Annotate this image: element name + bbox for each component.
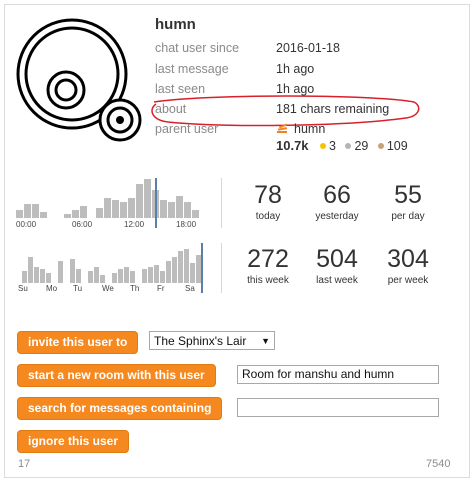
hour-tick-label: 18:00: [176, 220, 197, 228]
footer-right-number: 7540: [426, 458, 451, 470]
label-last-message: last message: [155, 62, 229, 76]
hourly-bars: [16, 179, 199, 218]
stat-this-week: 272 this week: [235, 245, 301, 286]
stat-caption: yesterday: [315, 211, 359, 222]
value-last-message: 1h ago: [276, 62, 315, 76]
stat-today: 78 today: [235, 181, 301, 222]
new-room-name-input[interactable]: Room for manshu and humn: [237, 365, 439, 384]
weekday-tick-label: Tu: [73, 284, 82, 293]
silver-badge-count: 29: [354, 139, 369, 153]
stat-value: 504: [316, 245, 358, 273]
stat-value: 272: [247, 245, 289, 273]
stat-caption: per week: [387, 275, 429, 286]
stat-value: 304: [387, 245, 429, 273]
weekday-tick-label: Su: [18, 284, 28, 293]
bronze-badge-icon: [377, 143, 384, 150]
search-messages-input[interactable]: [237, 398, 439, 417]
ignore-user-button[interactable]: ignore this user: [17, 430, 130, 453]
stat-caption: last week: [316, 275, 358, 286]
weekday-tick-label: Sa: [185, 284, 195, 293]
weekday-tick-label: We: [102, 284, 114, 293]
current-hour-marker: [155, 178, 157, 228]
stat-caption: per day: [391, 211, 425, 222]
search-messages-button[interactable]: search for messages containing: [17, 397, 223, 420]
hour-tick-label: 00:00: [16, 220, 37, 228]
stack-exchange-site-icon: [277, 123, 288, 133]
room-select[interactable]: The Sphinx's Lair ▼: [149, 331, 275, 350]
weekday-tick-label: Mo: [46, 284, 58, 293]
weekly-activity-chart: Su Mo Tu We Th Fr Sa: [18, 243, 203, 293]
invite-user-button[interactable]: invite this user to: [17, 331, 139, 354]
gold-badge-count: 3: [329, 139, 336, 153]
weekday-tick-label: Fr: [157, 284, 165, 293]
stat-last-week: 504 last week: [304, 245, 370, 286]
label-parent-user: parent user: [155, 122, 219, 136]
hourly-activity-chart: 00:00 06:00 12:00 18:00: [16, 178, 199, 228]
weekly-bars: [22, 249, 201, 283]
room-select-value: The Sphinx's Lair: [154, 334, 247, 348]
silver-badge-icon: [345, 143, 352, 150]
stat-value: 78: [254, 181, 282, 209]
reputation-line: 10.7k 3 29 109: [276, 138, 408, 153]
username[interactable]: humn: [155, 16, 196, 33]
reputation-score: 10.7k: [276, 138, 309, 153]
gold-badge-icon: [320, 143, 327, 150]
stat-caption: today: [255, 211, 281, 222]
stat-value: 55: [394, 181, 422, 209]
footer-left-number: 17: [18, 458, 31, 470]
bronze-badge-count: 109: [386, 139, 408, 153]
parent-user-link[interactable]: humn: [276, 122, 325, 136]
hour-tick-label: 06:00: [72, 220, 93, 228]
value-chat-user-since: 2016-01-18: [276, 41, 340, 55]
current-day-marker: [201, 243, 203, 293]
stat-caption: this week: [247, 275, 289, 286]
stat-yesterday: 66 yesterday: [304, 181, 370, 222]
start-room-button[interactable]: start a new room with this user: [17, 364, 216, 387]
parent-user-name[interactable]: humn: [294, 122, 325, 136]
stat-per-week: 304 per week: [375, 245, 441, 286]
user-avatar: [16, 18, 142, 142]
weekday-tick-label: Th: [130, 284, 139, 293]
dropdown-arrow-icon: ▼: [261, 336, 270, 346]
stat-value: 66: [323, 181, 351, 209]
stat-per-day: 55 per day: [375, 181, 441, 222]
chart-divider: [221, 178, 222, 228]
chart-divider: [221, 243, 222, 293]
label-chat-user-since: chat user since: [155, 41, 240, 55]
hour-tick-label: 12:00: [124, 220, 145, 228]
